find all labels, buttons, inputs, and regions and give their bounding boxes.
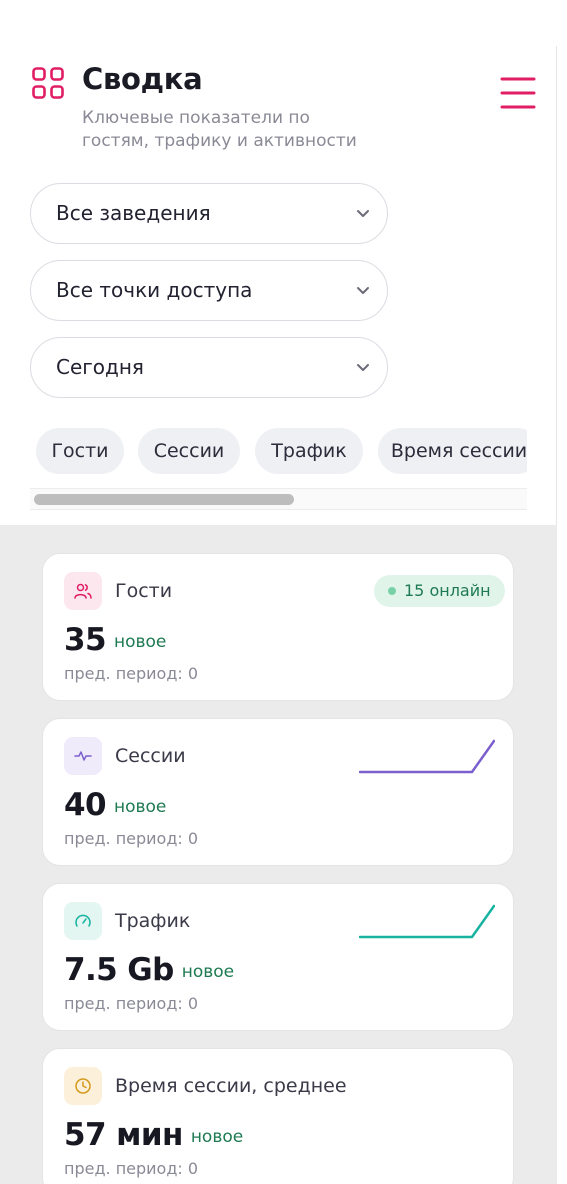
sessions-card-value: 40 новое: [64, 787, 166, 823]
sessions-sparkline: [359, 739, 495, 774]
users-icon: [74, 583, 92, 599]
sessions-icon-box: [64, 737, 102, 775]
tab-guests[interactable]: Гости: [36, 428, 124, 474]
chevron-down-icon: [357, 364, 369, 371]
online-dot-icon: [388, 587, 396, 595]
traffic-icon-box: [64, 902, 102, 940]
traffic-card-value: 7.5 Gb новое: [64, 952, 234, 988]
traffic-new-label: новое: [181, 962, 235, 982]
access-point-select[interactable]: Все точки доступа: [30, 260, 388, 321]
hamburger-menu-icon: [500, 77, 536, 109]
sessions-value: 40: [64, 787, 107, 823]
menu-button[interactable]: [500, 76, 536, 110]
duration-prev-period: пред. период: 0: [64, 1159, 199, 1178]
guests-card-title: Гости: [115, 580, 173, 602]
right-edge-strip: [557, 525, 567, 1184]
sessions-new-label: новое: [113, 797, 167, 817]
duration-new-label: новое: [190, 1127, 244, 1147]
duration-value: 57 мин: [64, 1117, 183, 1153]
traffic-value: 7.5 Gb: [64, 952, 174, 988]
clock-icon: [75, 1078, 91, 1094]
venue-select[interactable]: Все заведения: [30, 183, 388, 244]
period-select[interactable]: Сегодня: [30, 337, 388, 398]
guests-value: 35: [64, 622, 107, 658]
guests-icon-box: [64, 572, 102, 610]
panel-edge-divider: [556, 46, 557, 525]
traffic-sparkline: [359, 904, 495, 939]
tabs-scrollbar[interactable]: [30, 488, 527, 510]
metrics-content: Гости 15 онлайн 35 новое пред. период: 0 …: [0, 525, 557, 1184]
guests-new-label: новое: [113, 632, 167, 652]
sessions-prev-period: пред. период: 0: [64, 829, 199, 848]
activity-pulse-icon: [74, 751, 92, 761]
session-duration-card[interactable]: Время сессии, среднее 57 мин новое пред. …: [42, 1048, 514, 1184]
tab-session-time[interactable]: Время сессии: [378, 428, 527, 474]
guests-card[interactable]: Гости 15 онлайн 35 новое пред. период: 0: [42, 553, 514, 701]
online-badge: 15 онлайн: [374, 575, 505, 607]
traffic-prev-period: пред. период: 0: [64, 994, 199, 1013]
speedometer-icon: [75, 914, 91, 927]
duration-icon-box: [64, 1067, 102, 1105]
chevron-down-icon: [357, 287, 369, 294]
tab-traffic[interactable]: Трафик: [255, 428, 363, 474]
traffic-card[interactable]: Трафик 7.5 Gb новое пред. период: 0: [42, 883, 514, 1031]
tabs-scrollbar-thumb[interactable]: [34, 494, 294, 505]
page-title: Сводка: [82, 62, 203, 96]
dashboard-grid-icon: [32, 67, 64, 99]
sessions-card-title: Сессии: [115, 745, 186, 767]
guests-card-value: 35 новое: [64, 622, 166, 658]
sessions-card[interactable]: Сессии 40 новое пред. период: 0: [42, 718, 514, 866]
chevron-down-icon: [357, 210, 369, 217]
duration-card-value: 57 мин новое: [64, 1117, 243, 1153]
venue-select-value: Все заведения: [56, 201, 211, 225]
online-badge-label: 15 онлайн: [404, 581, 491, 600]
tab-sessions[interactable]: Сессии: [138, 428, 240, 474]
traffic-card-title: Трафик: [115, 910, 191, 932]
page-subtitle: Ключевые показатели по гостям, трафику и…: [82, 108, 357, 151]
duration-card-title: Время сессии, среднее: [115, 1075, 347, 1097]
period-select-value: Сегодня: [56, 355, 144, 379]
guests-prev-period: пред. период: 0: [64, 664, 199, 683]
metric-tabs: Гости Сессии Трафик Время сессии: [30, 428, 527, 474]
access-point-select-value: Все точки доступа: [56, 278, 253, 302]
